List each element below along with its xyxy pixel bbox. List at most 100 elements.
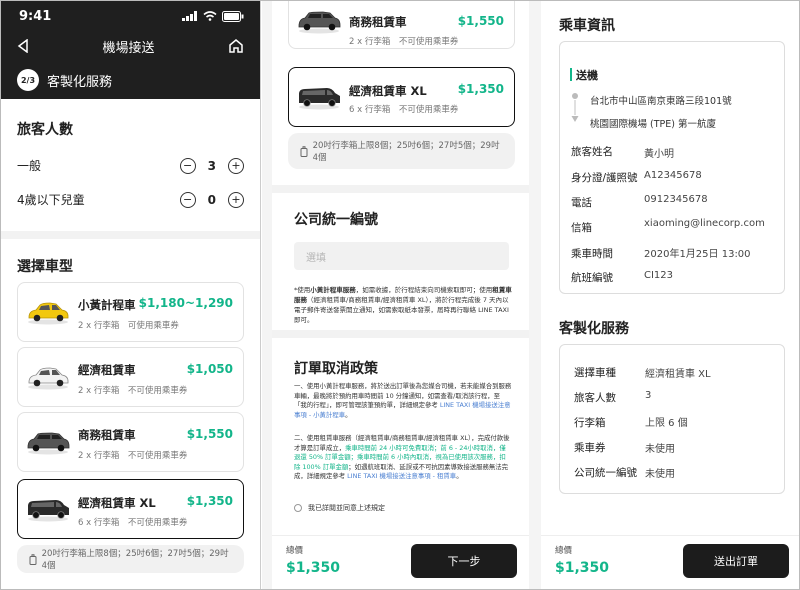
car-name: 商務租賃車 xyxy=(349,15,407,29)
info-label: 乘車時間 xyxy=(571,248,613,260)
info-value: 2020年1月25日 13:00 xyxy=(644,249,751,260)
passenger-row-adult: 一般 − 3 + xyxy=(17,157,244,174)
car-price: $1,050 xyxy=(186,362,233,376)
section-divider xyxy=(272,185,529,193)
info-label: 電話 xyxy=(571,197,592,209)
luggage-note: 20吋行李箱上限8個；25吋6個；27吋5個；29吋4個 xyxy=(17,545,244,573)
tax-note-part: *使用 xyxy=(294,286,311,294)
home-icon[interactable] xyxy=(228,38,244,54)
car-name: 小黃計程車 xyxy=(78,298,136,312)
passenger-count: 0 xyxy=(207,192,216,207)
car-card-economy[interactable]: 經濟租賃車 $1,050 2 x 行李箱 不可使用乘車券 xyxy=(17,347,244,407)
info-label: 航班編號 xyxy=(571,272,613,284)
middle-screen: 商務租賃車 $1,550 2 x 行李箱 不可使用乘車券 經濟租賃車 XL $1… xyxy=(272,1,529,589)
info-value: 黃小明 xyxy=(644,149,674,160)
custom-service-title: 客製化服務 xyxy=(559,321,629,337)
car-meta: 2 x 行李箱 不可使用乘車券 xyxy=(349,37,459,47)
car-price: $1,550 xyxy=(457,14,504,28)
passenger-section: 旅客人數 一般 − 3 + 4歲以下兒童 − 0 + xyxy=(1,99,260,208)
car-card-economy-xl-selected[interactable]: 經濟租賃車 XL $1,350 6 x 行李箱 不可使用乘車券 xyxy=(288,67,515,127)
child-stepper: − 0 + xyxy=(179,191,244,208)
car-meta: 6 x 行李箱 不可使用乘車券 xyxy=(78,518,188,528)
service-label: 選擇車種 xyxy=(574,367,616,379)
car-meta: 2 x 行李箱 不可使用乘車券 xyxy=(78,386,188,396)
signal-icon xyxy=(182,11,197,21)
ride-info-title: 乘車資訊 xyxy=(559,18,615,34)
info-label: 信箱 xyxy=(571,222,592,234)
service-value: 3 xyxy=(645,390,652,401)
service-value: 上限 6 個 xyxy=(645,418,688,429)
status-time: 9:41 xyxy=(19,8,52,24)
dropoff-address: 桃園國際機場 (TPE) 第一航廈 xyxy=(590,119,716,130)
route-line-icon xyxy=(571,93,579,122)
vehicle-title: 選擇車型 xyxy=(17,259,73,275)
taxi-car-icon xyxy=(28,302,69,325)
car-card-business[interactable]: 商務租賃車 $1,550 2 x 行李箱 不可使用乘車券 xyxy=(288,1,515,49)
cancel-policy-p2: 二、使用租賃車服務（經濟租賃車/商務租賃車/經濟租賃車 XL），完成付款後才算是… xyxy=(294,434,512,482)
service-value: 經濟租賃車 XL xyxy=(645,369,711,380)
price-footer: 總價 $1,350 下一步 xyxy=(272,535,529,589)
tax-note-part: （經濟租賃車/商務租賃車/經濟租賃車 XL），將於行程完成後 7 天內以電子郵件… xyxy=(294,296,509,324)
business-car-icon xyxy=(298,11,341,34)
policy-link[interactable]: LINE TAXI 機場接送注意事項 - 租賃車 xyxy=(347,472,456,480)
right-screen: 乘車資訊 送機 台北市中山區南京東路三段101號 桃園國際機場 (TPE) 第一… xyxy=(541,1,799,589)
car-card-business[interactable]: 商務租賃車 $1,550 2 x 行李箱 不可使用乘車券 xyxy=(17,412,244,472)
section-divider xyxy=(272,330,529,338)
car-price: $1,180~1,290 xyxy=(138,296,233,310)
info-label: 身分證/護照號 xyxy=(571,172,638,184)
plus-button[interactable]: + xyxy=(228,191,244,208)
next-button[interactable]: 下一步 xyxy=(411,544,517,578)
minus-button[interactable]: − xyxy=(179,157,196,174)
agree-label: 我已詳閱並同意上述規定 xyxy=(308,504,385,512)
info-value: 0912345678 xyxy=(644,194,708,205)
submit-order-button[interactable]: 送出訂單 xyxy=(683,544,789,578)
car-card-taxi[interactable]: 小黃計程車 $1,180~1,290 2 x 行李箱 可使用乘車券 xyxy=(17,282,244,342)
car-name: 經濟租賃車 XL xyxy=(349,84,427,98)
header: 9:41 機場接送 2/3 客製化服務 xyxy=(1,1,260,99)
status-bar: 9:41 xyxy=(1,1,260,31)
car-meta: 2 x 行李箱 不可使用乘車券 xyxy=(78,451,188,461)
service-label: 公司統一編號 xyxy=(574,467,637,479)
tax-note-part: ，如需收據，於行程結束向司機索取即可；使用 xyxy=(355,286,493,294)
minus-button[interactable]: − xyxy=(179,191,196,208)
passenger-label: 4歲以下兒童 xyxy=(17,193,85,207)
car-price: $1,350 xyxy=(186,494,233,508)
service-label: 旅客人數 xyxy=(574,392,616,404)
passengers-title: 旅客人數 xyxy=(17,122,73,138)
agree-row: 我已詳閱並同意上述規定 xyxy=(294,503,385,513)
gap xyxy=(262,1,272,589)
plus-button[interactable]: + xyxy=(228,157,244,174)
total-label: 總價 xyxy=(286,546,304,556)
section-divider xyxy=(1,231,260,239)
back-icon[interactable] xyxy=(17,39,29,53)
service-value: 未使用 xyxy=(645,444,675,455)
custom-service-card: 選擇車種 經濟租賃車 XL 旅客人數 3 行李箱 上限 6 個 乘車券 未使用 … xyxy=(559,344,785,494)
agree-checkbox[interactable] xyxy=(294,504,302,512)
tax-note-bold: 小黃計程車服務 xyxy=(310,286,356,294)
gap xyxy=(529,1,541,589)
policy-text: 。 xyxy=(345,410,352,419)
passenger-count: 3 xyxy=(207,158,216,173)
total-price: $1,350 xyxy=(555,560,610,576)
pickup-address: 台北市中山區南京東路三段101號 xyxy=(590,96,732,107)
policy-text: 。 xyxy=(456,472,463,481)
nav-bar: 機場接送 xyxy=(1,31,260,61)
luggage-note-text: 20吋行李箱上限8個；25吋6個；27吋5個；29吋4個 xyxy=(41,549,229,571)
nav-title: 機場接送 xyxy=(102,40,155,56)
cancel-policy-title: 訂單取消政策 xyxy=(294,361,378,377)
economy-car-icon xyxy=(28,367,69,390)
service-label: 行李箱 xyxy=(574,417,606,429)
tax-id-title: 公司統一編號 xyxy=(294,212,378,228)
total-price: $1,350 xyxy=(286,560,341,576)
car-card-economy-xl-selected[interactable]: 經濟租賃車 XL $1,350 6 x 行李箱 不可使用乘車券 xyxy=(17,479,244,539)
tax-id-input[interactable]: 選填 xyxy=(294,242,509,270)
luggage-note: 20吋行李箱上限8個；25吋6個；27吋5個；29吋4個 xyxy=(288,133,515,169)
status-icons xyxy=(182,10,244,22)
van-icon xyxy=(299,88,340,110)
car-meta: 6 x 行李箱 不可使用乘車券 xyxy=(349,105,459,115)
section-accent-bar xyxy=(570,68,572,81)
cancel-policy-p1: 一、使用小黃計程車服務，將於送出訂單後為您媒合司機，若未能媒合到服務車輛，最晚將… xyxy=(294,382,512,420)
info-label: 旅客姓名 xyxy=(571,146,613,158)
car-name: 經濟租賃車 XL xyxy=(78,496,156,510)
battery-icon xyxy=(222,10,244,22)
